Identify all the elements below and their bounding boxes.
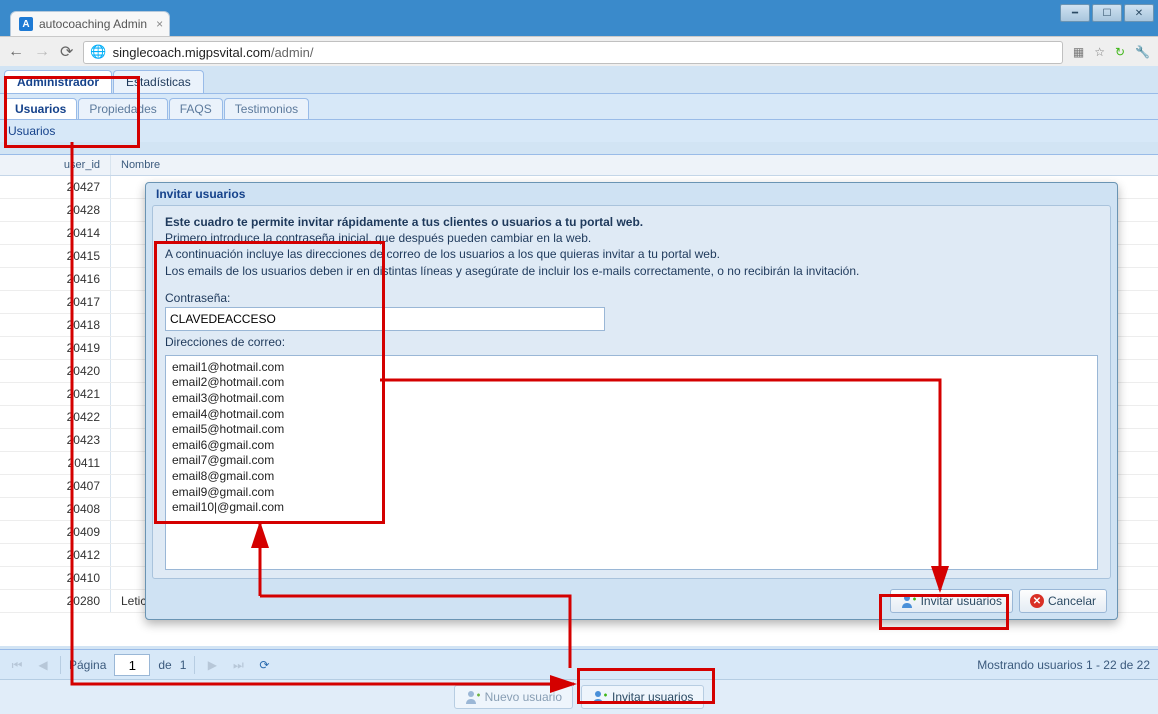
dialog-cancel-button[interactable]: ✕ Cancelar [1019,589,1107,613]
new-user-label: Nuevo usuario [485,690,562,704]
emails-label: Direcciones de correo: [165,335,1098,349]
cell-id: 20417 [0,291,111,313]
forward-icon[interactable]: → [34,43,50,61]
page-label: Página [69,658,106,672]
page-refresh-icon[interactable]: ⟳ [255,656,273,674]
site-info-icon[interactable]: 🌐 [90,44,106,60]
cell-id: 20420 [0,360,111,382]
password-label: Contraseña: [165,291,1098,305]
cell-id: 20419 [0,337,111,359]
tab-close-icon[interactable]: × [156,17,163,31]
tab-estadisticas[interactable]: Estadísticas [113,70,204,93]
cell-id: 20422 [0,406,111,428]
cell-id: 20423 [0,429,111,451]
cell-id: 20421 [0,383,111,405]
browser-tab-title: autocoaching Admin [39,17,147,31]
cell-id: 20411 [0,452,111,474]
dialog-intro-line1: Primero introduce la contraseña inicial,… [165,230,1098,246]
invite-users-dialog: Invitar usuarios Este cuadro te permite … [145,182,1118,620]
cell-id: 20408 [0,498,111,520]
tab-administrador[interactable]: Administrador [4,70,112,93]
dialog-invite-label: Invitar usuarios [921,594,1002,608]
cell-id: 20410 [0,567,111,589]
window-close-icon[interactable]: ✕ [1124,4,1154,22]
page-total: 1 [180,658,187,672]
panel-title: Usuarios [0,119,1158,142]
dialog-intro-line3: Los emails de los usuarios deben ir en d… [165,263,1098,279]
window-minimize-icon[interactable]: ━ [1060,4,1090,22]
page-input[interactable] [114,654,150,676]
cell-id: 20407 [0,475,111,497]
url-bar[interactable]: 🌐 singlecoach.migpsvital.com/admin/ [83,41,1062,64]
column-header-name[interactable]: Nombre [111,155,1158,175]
cell-id: 20428 [0,199,111,221]
page-last-icon[interactable]: ⏭ [229,656,247,674]
cell-id: 20280 [0,590,111,612]
cancel-icon: ✕ [1030,594,1044,608]
page-prev-icon[interactable]: ◀ [34,656,52,674]
new-user-button[interactable]: Nuevo usuario [454,685,573,709]
subtab-faqs[interactable]: FAQS [169,98,223,119]
invite-users-label: Invitar usuarios [612,690,693,704]
browser-tab[interactable]: A autocoaching Admin × [10,11,170,36]
emails-textarea[interactable]: email1@hotmail.com email2@hotmail.com em… [165,355,1098,570]
user-add-icon [465,689,481,705]
cell-id: 20416 [0,268,111,290]
wrench-icon[interactable]: 🔧 [1135,45,1150,59]
invite-users-button[interactable]: Invitar usuarios [581,685,704,709]
subtab-testimonios[interactable]: Testimonios [224,98,309,119]
dialog-invite-button[interactable]: Invitar usuarios [890,589,1013,613]
bookmark-icon[interactable]: ☆ [1094,45,1105,59]
cell-id: 20414 [0,222,111,244]
page-next-icon[interactable]: ▶ [203,656,221,674]
back-icon[interactable]: ← [8,43,24,61]
dialog-cancel-label: Cancelar [1048,594,1096,608]
sync-icon[interactable]: ↻ [1115,45,1125,59]
favicon-icon: A [19,17,33,31]
cell-id: 20427 [0,176,111,198]
cell-id: 20409 [0,521,111,543]
column-header-id[interactable]: user_id [0,155,111,175]
subtab-usuarios[interactable]: Usuarios [4,98,77,119]
cell-id: 20415 [0,245,111,267]
extension-icon[interactable]: ▦ [1073,45,1084,59]
cell-id: 20412 [0,544,111,566]
paging-status: Mostrando usuarios 1 - 22 de 22 [977,658,1150,672]
dialog-intro-line2: A continuación incluye las direcciones d… [165,246,1098,262]
url-domain: singlecoach.migpsvital.com [113,45,271,60]
user-invite-icon [592,689,608,705]
dialog-title: Invitar usuarios [146,183,1117,205]
reload-icon[interactable]: ⟳ [60,42,73,62]
page-first-icon[interactable]: ⏮ [8,656,26,674]
password-input[interactable] [165,307,605,331]
user-invite-icon [901,593,917,609]
cell-id: 20418 [0,314,111,336]
url-path: /admin/ [271,45,314,60]
window-maximize-icon[interactable]: ☐ [1092,4,1122,22]
dialog-intro-bold: Este cuadro te permite invitar rápidamen… [165,214,1098,230]
page-of-label: de [158,658,171,672]
subtab-propiedades[interactable]: Propiedades [78,98,167,119]
